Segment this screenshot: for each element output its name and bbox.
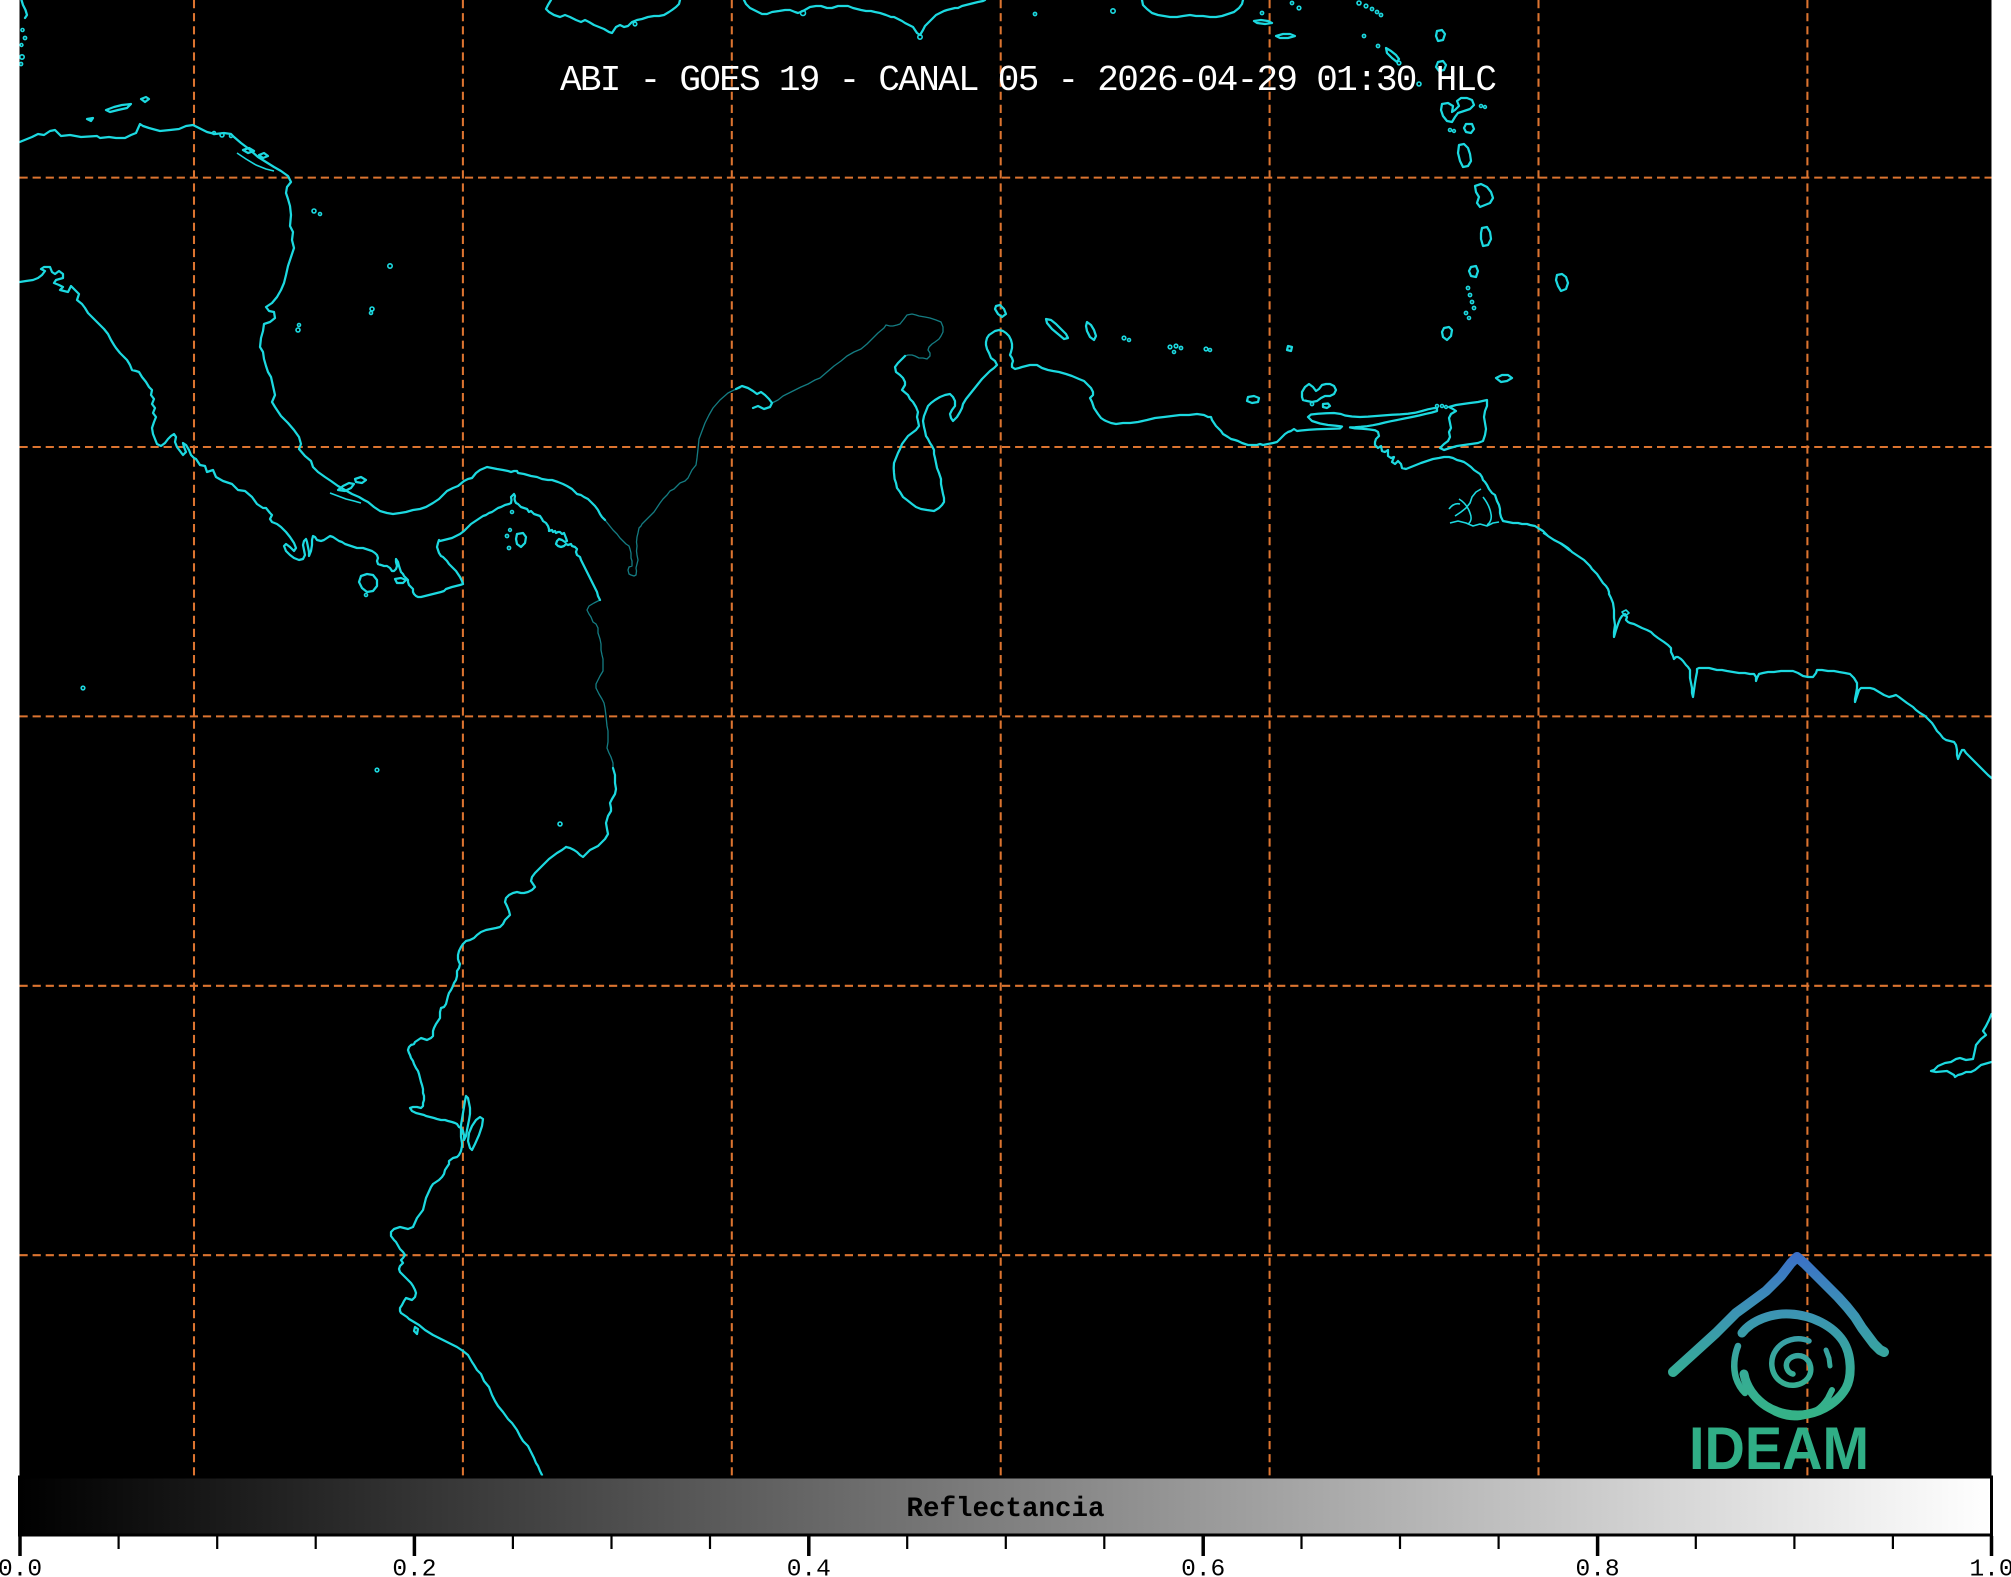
svg-text:Reflectancia: Reflectancia [906,1494,1104,1525]
svg-text:IDEAM: IDEAM [1689,1415,1869,1482]
svg-text:0.6: 0.6 [1181,1557,1225,1577]
svg-text:0.8: 0.8 [1576,1557,1620,1577]
svg-text:ABI - GOES 19 - CANAL 05 - 202: ABI - GOES 19 - CANAL 05 - 2026-04-29 01… [560,60,1497,101]
svg-text:0.0: 0.0 [0,1557,42,1577]
svg-text:0.4: 0.4 [787,1557,831,1577]
svg-text:0.2: 0.2 [392,1557,436,1577]
svg-text:1.0: 1.0 [1969,1557,2011,1577]
